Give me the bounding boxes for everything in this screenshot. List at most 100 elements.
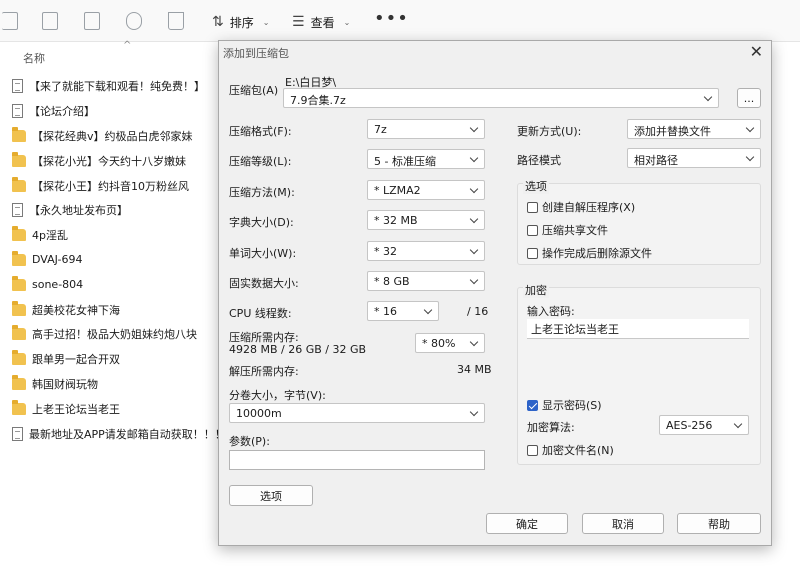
share-icon[interactable] <box>126 12 142 30</box>
document-icon <box>12 79 23 94</box>
folder-icon <box>12 176 26 192</box>
create-sfx-checkbox[interactable]: 创建自解压程序(X) <box>527 199 635 215</box>
delete-after-checkbox[interactable]: 操作完成后删除源文件 <box>527 245 652 261</box>
file-list-item[interactable]: 最新地址及APP请发邮箱自动获取！！！ <box>12 421 226 446</box>
format-label: 压缩格式(F): <box>229 125 292 138</box>
encryption-method-select[interactable]: AES-256 <box>659 415 749 435</box>
volume-size-select[interactable]: 10000m <box>229 403 485 423</box>
file-name: 韩国财阀玩物 <box>32 377 98 391</box>
file-list-item[interactable]: 【永久地址发布页】 <box>12 198 222 223</box>
file-list-item[interactable]: 韩国财阀玩物 <box>12 372 222 397</box>
close-icon[interactable]: ✕ <box>750 42 763 61</box>
encrypt-filenames-checkbox[interactable]: 加密文件名(N) <box>527 442 614 458</box>
archive-name-input[interactable]: 7.9合集.7z <box>283 88 719 108</box>
file-list-item[interactable]: sone-804 <box>12 272 222 297</box>
show-password-label: 显示密码(S) <box>542 399 602 412</box>
more-options-button[interactable]: ••• <box>374 8 409 29</box>
method-select[interactable]: * LZMA2 <box>367 180 485 200</box>
cancel-button[interactable]: 取消 <box>582 513 664 534</box>
path-mode-label: 路径模式 <box>517 154 561 167</box>
create-sfx-label: 创建自解压程序(X) <box>542 201 636 214</box>
file-list-item[interactable]: 【来了就能下载和观看！纯免费！】 <box>12 74 222 99</box>
word-size-label: 单词大小(W): <box>229 247 297 260</box>
sort-icon: ⇅ <box>212 14 224 30</box>
folder-icon <box>12 325 26 341</box>
document-icon <box>12 104 23 119</box>
dictionary-select[interactable]: * 32 MB <box>367 210 485 230</box>
view-label: 查看 <box>310 15 335 30</box>
ok-button[interactable]: 确定 <box>486 513 568 534</box>
file-list-item[interactable]: 【论坛介绍】 <box>12 99 222 124</box>
encryption-group-title: 加密 <box>523 282 549 298</box>
file-list: 【来了就能下载和观看！纯免费！】 【论坛介绍】 【探花经典v】约极品白虎邻家妹 【探花… <box>12 74 226 446</box>
dialog-title: 添加到压缩包 <box>223 47 289 60</box>
password-label: 输入密码: <box>527 305 575 318</box>
rename-icon[interactable] <box>84 12 100 30</box>
file-name: 跟单男一起合开双 <box>32 353 120 367</box>
explorer-toolbar: ⇅ 排序 ⌄ ☰ 查看 ⌄ ••• <box>0 0 800 42</box>
paste-icon[interactable] <box>42 12 58 30</box>
file-name: sone-804 <box>32 278 84 292</box>
sort-ascending-icon: ^ <box>123 40 132 51</box>
file-list-item[interactable]: 【探花小王】约抖音10万粉丝风 <box>12 173 222 198</box>
level-select[interactable]: 5 - 标准压缩 <box>367 149 485 169</box>
folder-icon <box>12 250 26 266</box>
path-mode-select[interactable]: 相对路径 <box>627 148 761 168</box>
file-name: 4p淫乱 <box>32 229 68 243</box>
memory-percent-select[interactable]: * 80% <box>415 333 485 353</box>
delete-icon[interactable] <box>168 12 184 30</box>
encryption-method-label: 加密算法: <box>527 421 575 434</box>
file-list-item[interactable]: DVAJ-694 <box>12 248 222 273</box>
file-name: 上老王论坛当老王 <box>32 402 120 416</box>
update-mode-label: 更新方式(U): <box>517 125 582 138</box>
options-group-title: 选项 <box>523 178 549 194</box>
file-list-item[interactable]: 高手过招！极品大奶姐妹约炮八块 <box>12 322 222 347</box>
solid-block-label: 固实数据大小: <box>229 277 299 290</box>
file-name: 【来了就能下载和观看！纯免费！】 <box>29 80 205 94</box>
column-header-name[interactable]: 名称 <box>23 50 45 66</box>
decompress-memory-label: 解压所需内存: <box>229 365 299 378</box>
browse-button[interactable]: ... <box>737 88 761 108</box>
copy-icon[interactable] <box>2 12 18 30</box>
password-input[interactable]: 上老王论坛当老王 <box>527 319 749 339</box>
compress-shared-checkbox[interactable]: 压缩共享文件 <box>527 222 608 238</box>
archive-label: 压缩包(A) <box>229 84 279 97</box>
file-list-item[interactable]: 4p淫乱 <box>12 223 222 248</box>
volume-size-label: 分卷大小，字节(V): <box>229 389 326 402</box>
file-list-item[interactable]: 【探花经典v】约极品白虎邻家妹 <box>12 124 222 149</box>
folder-icon <box>12 350 26 366</box>
word-size-select[interactable]: * 32 <box>367 241 485 261</box>
file-list-item[interactable]: 跟单男一起合开双 <box>12 347 222 372</box>
update-mode-select[interactable]: 添加并替换文件 <box>627 119 761 139</box>
document-icon <box>12 426 23 441</box>
view-icon: ☰ <box>292 14 305 30</box>
encrypt-filenames-label: 加密文件名(N) <box>542 444 614 457</box>
checkbox-checked-icon <box>527 399 538 411</box>
parameters-input[interactable] <box>229 450 485 470</box>
cpu-threads-select[interactable]: * 16 <box>367 301 439 321</box>
view-button[interactable]: ☰ 查看 ⌄ <box>292 11 350 33</box>
folder-icon <box>12 151 26 167</box>
compress-memory-value: 4928 MB / 26 GB / 32 GB <box>229 343 367 356</box>
file-name: 【探花经典v】约极品白虎邻家妹 <box>32 129 193 143</box>
file-name: 【探花小王】约抖音10万粉丝风 <box>32 179 189 193</box>
dictionary-label: 字典大小(D): <box>229 216 294 229</box>
cpu-threads-total: / 16 <box>467 305 489 318</box>
format-select[interactable]: 7z <box>367 119 485 139</box>
level-label: 压缩等级(L): <box>229 155 292 168</box>
file-list-item[interactable]: 上老王论坛当老王 <box>12 396 222 421</box>
options-button[interactable]: 选项 <box>229 485 313 506</box>
document-icon <box>12 203 23 218</box>
file-name: 超美校花女神下海 <box>32 303 120 317</box>
solid-block-select[interactable]: * 8 GB <box>367 271 485 291</box>
decompress-memory-value: 34 MB <box>457 363 492 376</box>
chevron-down-icon: ⌄ <box>343 17 351 27</box>
show-password-checkbox[interactable]: 显示密码(S) <box>527 397 602 413</box>
file-name: 高手过招！极品大奶姐妹约炮八块 <box>32 328 197 342</box>
checkbox-icon <box>527 444 538 456</box>
sort-button[interactable]: ⇅ 排序 ⌄ <box>212 11 269 33</box>
folder-icon <box>12 275 26 291</box>
file-list-item[interactable]: 超美校花女神下海 <box>12 297 222 322</box>
help-button[interactable]: 帮助 <box>677 513 761 534</box>
file-list-item[interactable]: 【探花小光】今天约十八岁嫩妹 <box>12 148 222 173</box>
